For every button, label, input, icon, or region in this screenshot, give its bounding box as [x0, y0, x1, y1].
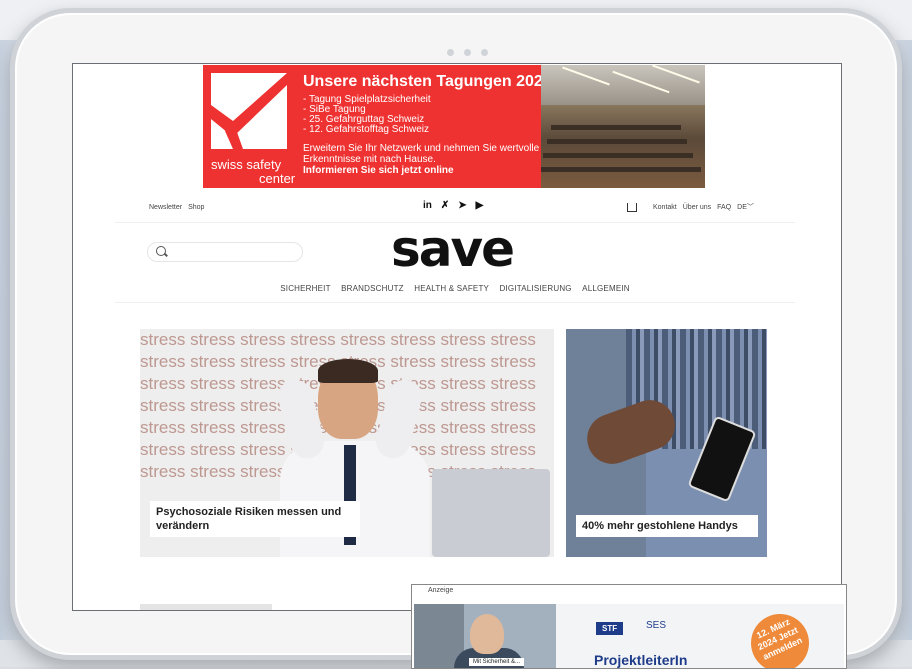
- nav-item-brandschutz[interactable]: BRANDSCHUTZ: [341, 284, 404, 293]
- ad-label: Anzeige: [428, 587, 454, 594]
- nav-item-allgemein[interactable]: ALLGEMEIN: [582, 284, 630, 293]
- ad-photo: Mit Sicherheit &...: [414, 604, 556, 668]
- twitter-icon[interactable]: ➤: [458, 200, 466, 211]
- banner-text: Unsere nächsten Tagungen 2023 Tagung Spi…: [303, 73, 552, 176]
- linkedin-icon[interactable]: in: [423, 200, 432, 211]
- swiss-safety-center-logo: swiss safety center: [203, 65, 299, 188]
- shop-link[interactable]: Shop: [188, 204, 204, 211]
- nav-item-sicherheit[interactable]: SICHERHEIT: [280, 284, 330, 293]
- faq-link[interactable]: FAQ: [717, 204, 731, 211]
- event-banner-ad[interactable]: swiss safety center Unsere nächsten Tagu…: [203, 65, 705, 188]
- cart-icon[interactable]: [627, 202, 637, 212]
- top-utility-bar: Newsletter Shop in ✗ ➤ ▶ Kontakt Über un…: [115, 192, 795, 223]
- next-article-preview: [140, 604, 272, 610]
- banner-event-item: 12. Gefahrstofftag Schweiz: [303, 125, 543, 135]
- article-title[interactable]: 40% mehr gestohlene Handys: [576, 515, 758, 537]
- social-links: in ✗ ➤ ▶: [423, 200, 483, 211]
- job-ad-popup[interactable]: Anzeige Mit Sicherheit &... STF SES Proj…: [411, 584, 847, 669]
- banner-title: Unsere nächsten Tagungen 2023: [303, 73, 552, 90]
- nav-item-digitalisierung[interactable]: DIGITALISIERUNG: [500, 284, 572, 293]
- kontakt-link[interactable]: Kontakt: [653, 204, 677, 211]
- banner-body: Erweitern Sie Ihr Netzwerk und nehmen Si…: [303, 143, 540, 165]
- logo-label-line1: swiss safety: [211, 157, 282, 172]
- tablet-camera-dots: [447, 49, 488, 56]
- site-header: Newsletter Shop in ✗ ➤ ▶ Kontakt Über un…: [115, 192, 795, 320]
- nav-item-health-safety[interactable]: HEALTH & SAFETY: [414, 284, 489, 293]
- ad-photo-tag: Mit Sicherheit &...: [469, 658, 525, 666]
- language-selector[interactable]: DE﹀: [737, 202, 754, 212]
- search-icon: [156, 246, 166, 256]
- ad-date-badge[interactable]: 12. März 2024 Jetzt anmelden: [741, 604, 819, 668]
- site-logo[interactable]: save: [391, 220, 515, 278]
- laptop-illustration: [432, 469, 550, 557]
- main-navigation: SICHERHEIT BRANDSCHUTZ HEALTH & SAFETY D…: [115, 284, 795, 293]
- search-input[interactable]: [170, 244, 298, 260]
- banner-cta-link[interactable]: Informieren Sie sich jetzt online: [303, 165, 543, 176]
- ueber-uns-link[interactable]: Über uns: [683, 204, 711, 211]
- chevron-down-icon: ﹀: [746, 204, 754, 211]
- youtube-icon[interactable]: ▶: [476, 200, 484, 211]
- ad-content: STF SES ProjektleiterIn 12. März 2024 Je…: [556, 604, 844, 668]
- search-box[interactable]: [147, 242, 303, 262]
- banner-event-list: Tagung Spielplatzsicherheit SiBe Tagung …: [303, 95, 543, 135]
- article-card-stress[interactable]: stress stress stress stress stress stres…: [140, 329, 554, 557]
- stress-row: stress stress stress stress stress stres…: [140, 330, 536, 349]
- logo-label-line2: center: [259, 171, 296, 186]
- checkmark-icon: [211, 73, 287, 149]
- stf-logo: STF: [596, 622, 624, 635]
- conference-room-photo: [541, 65, 705, 188]
- ad-job-title[interactable]: ProjektleiterIn: [594, 652, 687, 668]
- article-title[interactable]: Psychosoziale Risiken messen und verände…: [150, 501, 360, 537]
- article-card-handys[interactable]: 40% mehr gestohlene Handys: [566, 329, 767, 557]
- newsletter-link[interactable]: Newsletter: [149, 204, 182, 211]
- xing-icon[interactable]: ✗: [441, 200, 449, 211]
- language-label: DE: [737, 204, 747, 211]
- browser-screen: swiss safety center Unsere nächsten Tagu…: [72, 63, 842, 611]
- ses-logo: SES: [646, 620, 667, 631]
- nav-divider: [115, 302, 795, 303]
